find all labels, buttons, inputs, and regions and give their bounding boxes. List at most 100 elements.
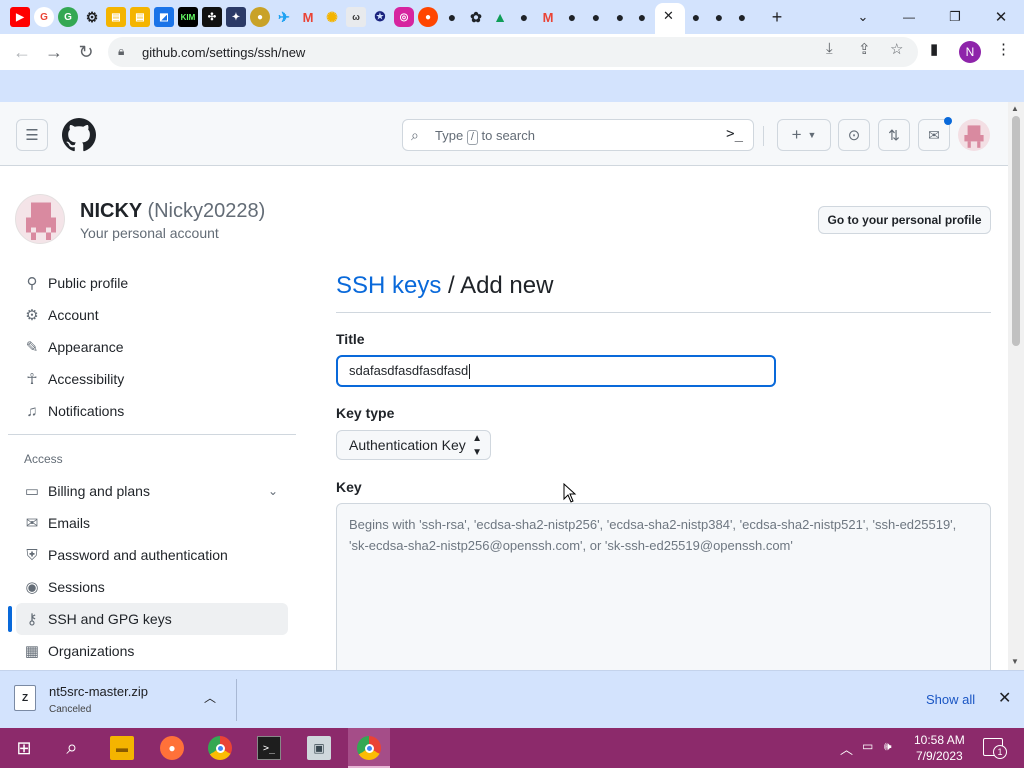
search-input[interactable]: ⌕ Type / to search >_ bbox=[402, 119, 754, 151]
tab-google-icon[interactable]: G bbox=[34, 7, 54, 27]
terminal-icon[interactable]: >_ bbox=[257, 736, 281, 760]
tab-search-icon[interactable]: ⌄ bbox=[852, 6, 874, 28]
issues-icon[interactable]: ⊙ bbox=[838, 119, 870, 151]
chrome-icon[interactable] bbox=[208, 736, 232, 760]
ssh-keys-breadcrumb-link[interactable]: SSH keys bbox=[336, 272, 441, 299]
key-textarea[interactable]: Begins with 'ssh-rsa', 'ecdsa-sha2-nistp… bbox=[336, 503, 991, 683]
close-window-button[interactable]: ✕ bbox=[990, 6, 1012, 28]
tab-kim-icon[interactable]: KIM bbox=[178, 7, 198, 27]
tray-overflow-icon[interactable]: ︿ bbox=[840, 739, 853, 758]
close-shelf-icon[interactable]: ✕ bbox=[998, 688, 1011, 708]
tab-folder-icon[interactable]: ▤ bbox=[130, 7, 150, 27]
scrollbar-thumb[interactable] bbox=[1012, 116, 1020, 346]
tab-app-icon[interactable]: ✪ bbox=[370, 7, 390, 27]
hamburger-menu-icon[interactable]: ☰ bbox=[16, 119, 48, 151]
file-explorer-icon[interactable]: ▬ bbox=[110, 736, 134, 760]
download-divider bbox=[236, 679, 237, 721]
app-icon[interactable]: ▣ bbox=[307, 736, 331, 760]
tab-github-icon[interactable]: ● bbox=[709, 7, 729, 27]
tab-youtube-icon[interactable]: ▶ bbox=[10, 7, 30, 27]
tab-reddit-icon[interactable]: ● bbox=[418, 7, 438, 27]
tab-app-icon[interactable]: ✣ bbox=[202, 7, 222, 27]
sidebar-item-billing[interactable]: ▭ Billing and plans ⌄ bbox=[16, 475, 288, 507]
go-to-profile-button[interactable]: Go to your personal profile bbox=[818, 206, 991, 234]
sidebar-item-sessions[interactable]: ◉ Sessions bbox=[16, 571, 288, 603]
tab-app-icon[interactable]: ● bbox=[250, 7, 270, 27]
minimize-button[interactable]: — bbox=[898, 6, 920, 28]
tab-github-icon[interactable]: ● bbox=[686, 7, 706, 27]
restore-button[interactable]: ❐ bbox=[944, 6, 966, 28]
volume-icon[interactable]: 🕪︎ bbox=[884, 739, 892, 754]
chrome-menu-icon[interactable]: ⋮ bbox=[996, 40, 1011, 58]
tab-app-icon[interactable]: ◩ bbox=[154, 7, 174, 27]
url-text[interactable]: github.com/settings/ssh/new bbox=[142, 45, 305, 60]
notification-count-badge: 1 bbox=[993, 745, 1007, 759]
tab-close-icon[interactable]: ✕ bbox=[663, 8, 674, 24]
tab-bulb-icon[interactable]: ✺ bbox=[322, 7, 342, 27]
sidebar-item-password[interactable]: ⛨ Password and authentication bbox=[16, 539, 288, 571]
side-panel-icon[interactable]: ▮ bbox=[930, 40, 938, 58]
profile-avatar[interactable]: N bbox=[959, 41, 981, 63]
create-new-button[interactable]: + ▼ bbox=[777, 119, 831, 151]
tab-github-icon[interactable]: ● bbox=[732, 7, 752, 27]
scroll-down-arrow-icon[interactable]: ▼ bbox=[1011, 657, 1019, 666]
sidebar-item-organizations[interactable]: ▦ Organizations bbox=[16, 635, 288, 667]
address-bar[interactable]: 🔒︎ github.com/settings/ssh/new bbox=[108, 37, 918, 67]
tab-gmail-icon[interactable]: M bbox=[298, 7, 318, 27]
chevron-down-icon[interactable]: ⌄ bbox=[268, 484, 278, 498]
tab-github-icon[interactable]: ● bbox=[586, 7, 606, 27]
install-app-icon[interactable]: ⤓ bbox=[826, 40, 833, 57]
firefox-icon[interactable]: ● bbox=[160, 736, 184, 760]
forward-arrow-icon[interactable]: → bbox=[42, 41, 66, 63]
tab-app-icon[interactable]: ω bbox=[346, 7, 366, 27]
tab-openai-icon[interactable]: ✿ bbox=[466, 7, 486, 27]
tab-github-icon[interactable]: ● bbox=[610, 7, 630, 27]
share-icon[interactable]: ⇪ bbox=[858, 40, 871, 58]
show-all-downloads-link[interactable]: Show all bbox=[926, 692, 975, 707]
pull-requests-icon[interactable]: ⇅ bbox=[878, 119, 910, 151]
scroll-up-arrow-icon[interactable]: ▲ bbox=[1011, 104, 1019, 113]
command-palette-icon[interactable]: >_ bbox=[726, 126, 743, 142]
tab-gmail-icon[interactable]: M bbox=[538, 7, 558, 27]
windows-start-icon[interactable]: ⊞ bbox=[12, 736, 36, 760]
key-type-select[interactable]: Authentication Key ▲ ▼ bbox=[336, 430, 491, 460]
sidebar-item-notifications[interactable]: ♫ Notifications bbox=[16, 395, 288, 427]
user-avatar[interactable] bbox=[958, 119, 990, 151]
page-scrollbar[interactable]: ▲ ▼ bbox=[1008, 102, 1024, 670]
sidebar-item-ssh-gpg-keys[interactable]: ⚷ SSH and GPG keys bbox=[16, 603, 288, 635]
sidebar-item-public-profile[interactable]: ⚲ Public profile bbox=[16, 267, 288, 299]
tab-github-icon[interactable]: ● bbox=[514, 7, 534, 27]
bookmark-star-icon[interactable]: ☆ bbox=[890, 40, 903, 58]
sidebar-item-account[interactable]: ⚙ Account bbox=[16, 299, 288, 331]
select-arrows-icon: ▲ ▼ bbox=[472, 433, 482, 458]
tab-drive-icon[interactable]: ▲ bbox=[490, 7, 510, 27]
tab-app-icon[interactable]: ✦ bbox=[226, 7, 246, 27]
taskbar-clock[interactable]: 10:58 AM 7/9/2023 bbox=[914, 732, 965, 764]
sidebar-item-accessibility[interactable]: ☥ Accessibility bbox=[16, 363, 288, 395]
mail-icon: ✉ bbox=[25, 515, 39, 532]
sidebar-item-emails[interactable]: ✉ Emails bbox=[16, 507, 288, 539]
tab-github-icon[interactable]: ● bbox=[632, 7, 652, 27]
tab-instagram-icon[interactable]: ◎ bbox=[394, 7, 414, 27]
tab-github-icon[interactable]: ● bbox=[442, 7, 462, 27]
download-filename[interactable]: nt5src-master.zip bbox=[49, 684, 148, 699]
tab-folder-icon[interactable]: ▤ bbox=[106, 7, 126, 27]
search-icon[interactable]: ⌕ bbox=[60, 736, 84, 760]
new-tab-button[interactable]: + bbox=[766, 6, 788, 28]
reload-icon[interactable]: ↻ bbox=[74, 41, 98, 63]
tab-twitter-icon[interactable]: ✈ bbox=[274, 7, 294, 27]
account-avatar bbox=[15, 194, 65, 244]
github-logo-icon[interactable] bbox=[62, 118, 96, 152]
active-tab[interactable]: ✕ bbox=[655, 3, 685, 34]
table-icon: ▦ bbox=[24, 643, 40, 660]
sidebar-item-appearance[interactable]: ✎ Appearance bbox=[16, 331, 288, 363]
chrome-profile-icon[interactable] bbox=[357, 736, 381, 760]
tab-grammarly-icon[interactable]: G bbox=[58, 7, 78, 27]
chevron-up-icon[interactable]: ︿ bbox=[204, 689, 216, 706]
network-icon[interactable]: ▭ bbox=[862, 739, 873, 753]
tab-github-icon[interactable]: ● bbox=[562, 7, 582, 27]
title-input[interactable]: sdafasdfasdfasdfasd bbox=[336, 355, 776, 387]
tab-settings-icon[interactable]: ⚙ bbox=[82, 7, 102, 27]
key-icon: ⚷ bbox=[26, 611, 38, 628]
back-arrow-icon[interactable]: ← bbox=[10, 41, 34, 63]
